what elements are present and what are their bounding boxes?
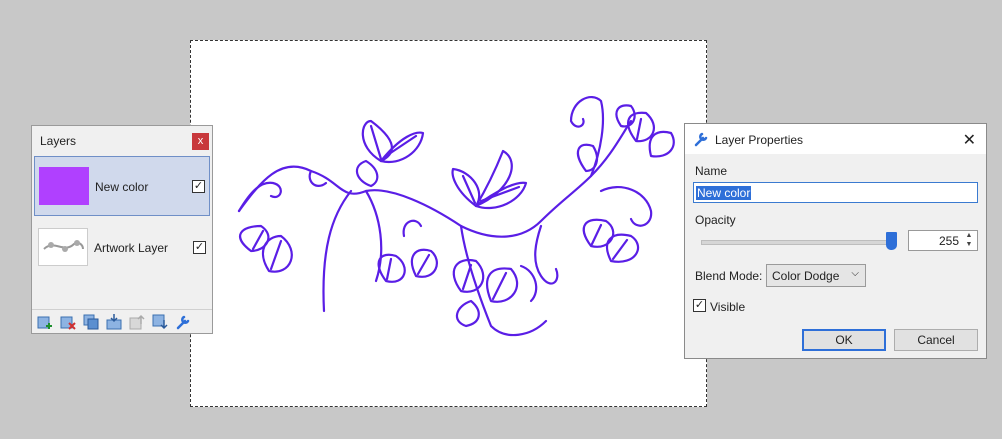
layer-visibility-checkbox[interactable]: ✓ <box>193 241 206 254</box>
layers-close-button[interactable]: x <box>192 133 209 150</box>
layers-panel-title: Layers <box>40 134 77 148</box>
opacity-label: Opacity <box>695 213 736 227</box>
merge-down-icon[interactable] <box>105 314 123 332</box>
dialog-title: Layer Properties <box>715 133 804 147</box>
blend-mode-value: Color Dodge <box>772 269 840 283</box>
spin-down-icon[interactable]: ▼ <box>963 241 975 249</box>
artwork-drawing <box>237 96 675 337</box>
properties-icon[interactable] <box>174 314 192 332</box>
ok-button[interactable]: OK <box>802 329 886 351</box>
opacity-spinbox[interactable]: 255 ▲ ▼ <box>908 230 978 251</box>
name-field[interactable]: New color <box>693 182 978 203</box>
name-label: Name <box>695 164 728 178</box>
layer-properties-dialog: Layer Properties ✕ Name New color Opacit… <box>684 123 987 359</box>
layers-panel: Layers x New color ✓ Artwork Layer ✓ <box>31 125 213 334</box>
chevron-down-icon: ⌵ <box>851 268 859 279</box>
layer-thumbnail <box>39 167 89 205</box>
move-up-icon[interactable] <box>128 314 146 332</box>
dialog-titlebar: Layer Properties ✕ <box>685 124 986 154</box>
delete-layer-icon[interactable] <box>59 314 77 332</box>
dialog-close-button[interactable]: ✕ <box>963 130 976 150</box>
name-field-value: New color <box>696 186 752 200</box>
opacity-value: 255 <box>938 234 959 248</box>
layer-thumbnail <box>38 228 88 266</box>
opacity-slider-thumb[interactable] <box>886 232 897 250</box>
layer-toolbar <box>32 309 212 334</box>
visible-checkbox[interactable]: ✓ <box>693 299 706 312</box>
spin-up-icon[interactable]: ▲ <box>963 232 975 240</box>
layer-row-new-color[interactable]: New color ✓ <box>34 156 210 216</box>
image-canvas[interactable] <box>190 40 707 407</box>
cancel-button[interactable]: Cancel <box>894 329 978 351</box>
blend-mode-select[interactable]: Color Dodge ⌵ <box>766 264 866 287</box>
duplicate-layer-icon[interactable] <box>82 314 100 332</box>
move-down-icon[interactable] <box>151 314 169 332</box>
layer-row-artwork[interactable]: Artwork Layer ✓ <box>34 218 210 278</box>
opacity-slider-track[interactable] <box>701 240 897 245</box>
layer-name: Artwork Layer <box>94 241 169 255</box>
artwork-thumbnail-icon <box>43 240 84 252</box>
blend-mode-label: Blend Mode: <box>695 269 763 283</box>
add-layer-icon[interactable] <box>36 314 54 332</box>
layer-visibility-checkbox[interactable]: ✓ <box>192 180 205 193</box>
wrench-icon <box>694 132 708 147</box>
visible-label: Visible <box>710 300 746 314</box>
layer-name: New color <box>95 180 149 194</box>
